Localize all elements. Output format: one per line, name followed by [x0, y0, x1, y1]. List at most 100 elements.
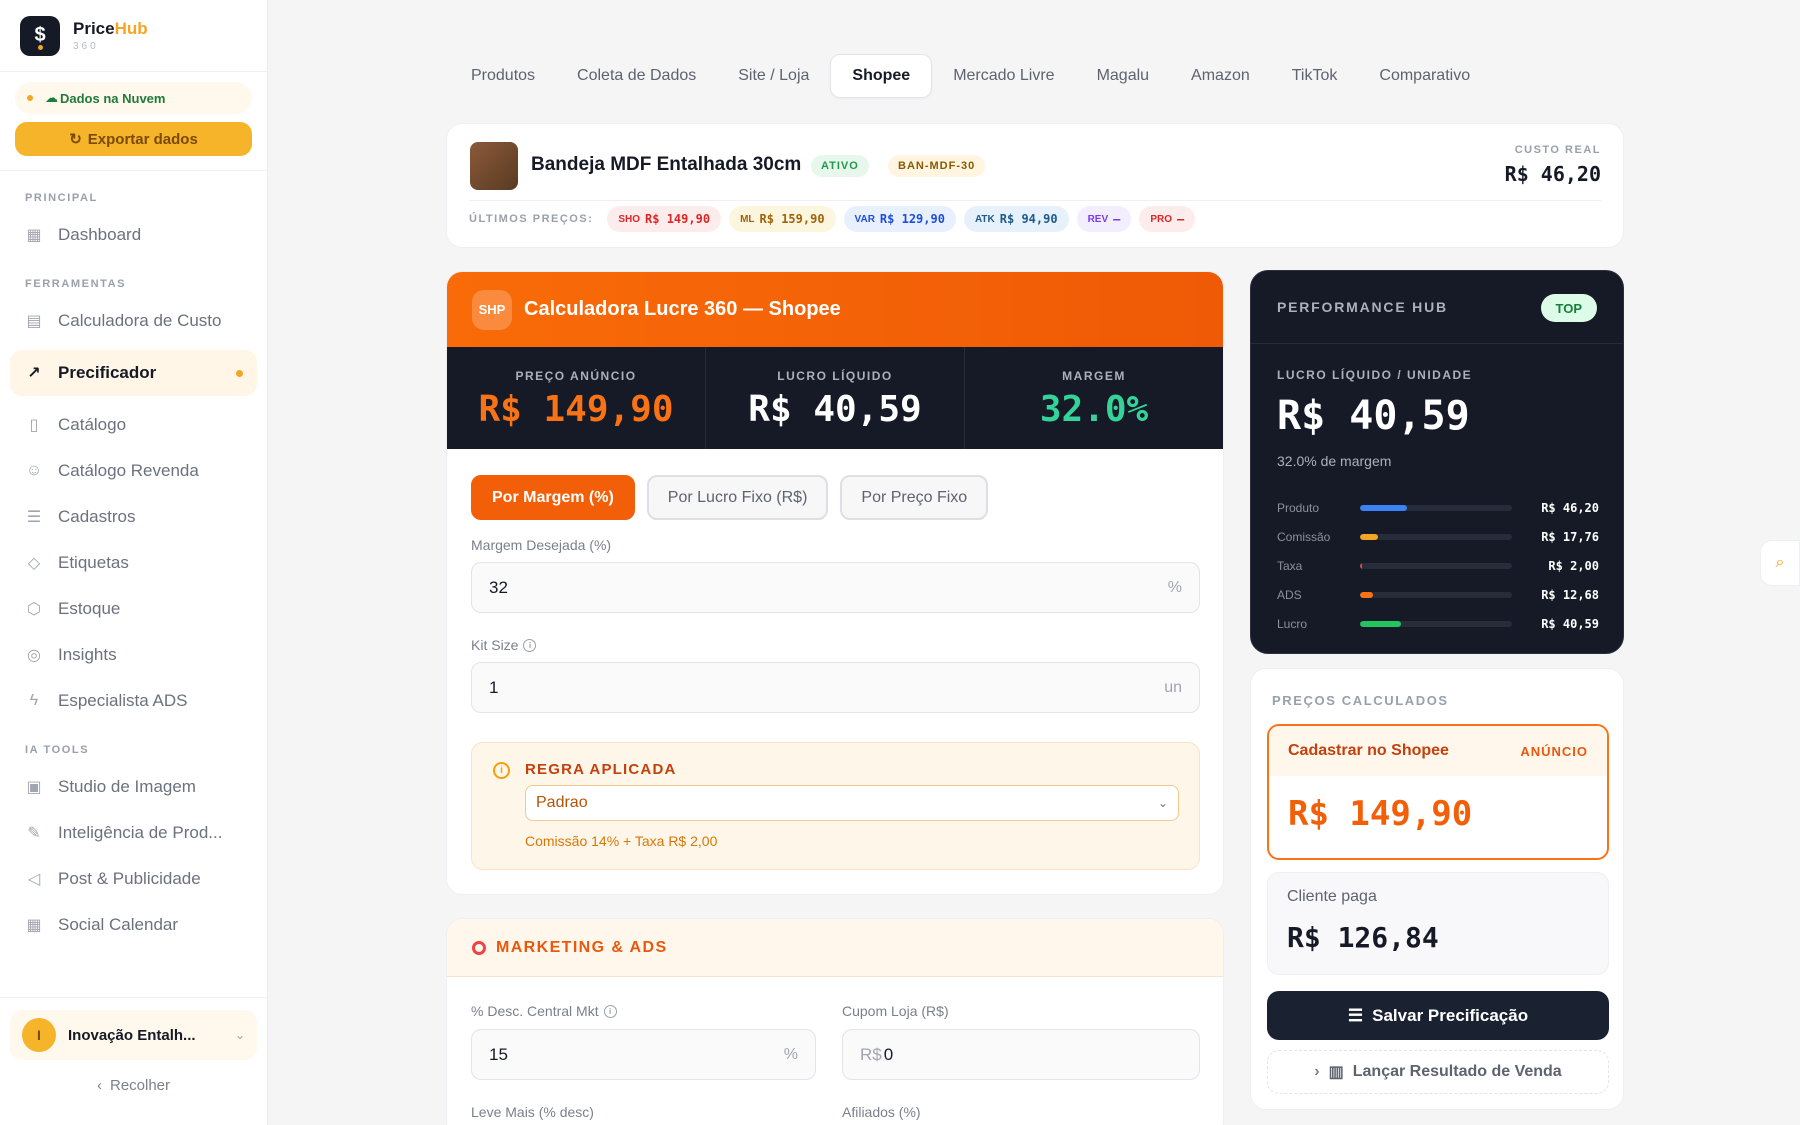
- mode-por-lucro-fixo-button[interactable]: Por Lucro Fixo (R$): [646, 475, 829, 520]
- sidebar-item-post-publicidade[interactable]: ◁ Post & Publicidade: [10, 856, 257, 902]
- info-icon[interactable]: i: [603, 1004, 617, 1018]
- breakdown-row-taxa: Taxa R$ 2,00: [1277, 558, 1599, 573]
- tab-shopee[interactable]: Shopee: [830, 54, 933, 98]
- sidebar-item-especialista-ads[interactable]: ϟ Especialista ADS: [10, 678, 257, 724]
- calculator-card: SHP Calculadora Lucre 360 — Shopee PREÇO…: [446, 271, 1224, 895]
- bar-fill: [1360, 620, 1402, 627]
- price-chip-rev[interactable]: REV —: [1076, 206, 1132, 232]
- save-pricing-button[interactable]: ☰ Salvar Precificação: [1267, 991, 1609, 1040]
- last-prices: ÚLTIMOS PREÇOS: SHO R$ 149,90 ML R$ 159,90…: [469, 206, 1196, 232]
- sidebar-item-cadastros[interactable]: ☰ Cadastros: [10, 494, 257, 540]
- tab-magalu[interactable]: Magalu: [1076, 54, 1170, 98]
- brand-name: PriceHub: [73, 19, 148, 38]
- bolt-icon: ϟ: [29, 692, 39, 709]
- price-chip-pro[interactable]: PRO —: [1139, 206, 1196, 232]
- marketplace-tabs: Produtos Coleta de Dados Site / Loja Sho…: [450, 54, 1491, 98]
- bar-fill: [1360, 562, 1363, 569]
- breakdown-row-produto: Produto R$ 46,20: [1277, 500, 1599, 515]
- rule-select[interactable]: Padrao ⌄: [525, 785, 1179, 821]
- book-icon: ▯: [29, 417, 39, 434]
- active-dot-icon: [236, 369, 243, 377]
- metrics-bar: PREÇO ANÚNCIO R$ 149,90 LUCRO LÍQUIDO R$…: [447, 347, 1223, 449]
- metric-lucro-liquido: LUCRO LÍQUIDO R$ 40,59: [706, 347, 965, 449]
- price-chip-atk[interactable]: ATK R$ 94,90: [963, 206, 1069, 232]
- section-ia-tools: IA TOOLS: [25, 744, 90, 756]
- sidebar-item-calculadora-de-custo[interactable]: ▤ Calculadora de Custo: [10, 298, 257, 344]
- client-pays-box: Cliente paga R$ 126,84: [1267, 872, 1609, 975]
- marketing-card: MARKETING & ADS % Desc. Central Mkt i 15…: [446, 918, 1224, 1125]
- search-icon[interactable]: ⌕: [1760, 540, 1800, 586]
- chevron-down-icon: ⌄: [234, 1028, 245, 1042]
- kit-size-input[interactable]: 1 un: [471, 662, 1200, 713]
- net-profit-label: LUCRO LÍQUIDO / UNIDADE: [1277, 368, 1473, 382]
- tab-mercado-livre[interactable]: Mercado Livre: [932, 54, 1075, 98]
- sidebar-item-etiquetas[interactable]: ◇ Etiquetas: [10, 540, 257, 586]
- price-chip-ml[interactable]: ML R$ 159,90: [729, 206, 836, 232]
- margin-subtext: 32.0% de margem: [1277, 453, 1392, 469]
- cost-value: R$ 46,20: [1504, 162, 1601, 186]
- breakdown-row-lucro: Lucro R$ 40,59: [1277, 616, 1599, 631]
- brand-subtitle: 360: [73, 41, 99, 52]
- price-chip-var[interactable]: VAR R$ 129,90: [843, 206, 956, 232]
- image-icon: ▣: [26, 779, 42, 796]
- brand[interactable]: $ PriceHub 360: [0, 0, 267, 72]
- export-button[interactable]: ↻ Exportar dados: [15, 122, 252, 156]
- shopee-listing-price[interactable]: Cadastrar no Shopee ANÚNCIO R$ 149,90: [1267, 724, 1609, 860]
- leve-mais-label: Leve Mais (% desc): [471, 1104, 594, 1120]
- performance-hub: PERFORMANCE HUB TOP LUCRO LÍQUIDO / UNID…: [1250, 270, 1624, 654]
- desc-central-label: % Desc. Central Mkt i: [471, 1003, 617, 1019]
- pen-icon: ✎: [27, 825, 41, 842]
- collapse-button[interactable]: ‹ Recolher: [0, 1077, 267, 1094]
- sidebar-item-catalogo[interactable]: ▯ Catálogo: [10, 402, 257, 448]
- globe-icon: ◎: [27, 647, 41, 664]
- grid-icon: ▦: [26, 227, 42, 244]
- price-chip-sho[interactable]: SHO R$ 149,90: [607, 206, 722, 232]
- avatar: I: [22, 1018, 56, 1052]
- tab-comparativo[interactable]: Comparativo: [1358, 54, 1491, 98]
- sidebar-item-dashboard[interactable]: ▦ Dashboard: [10, 212, 257, 258]
- desc-central-input[interactable]: 15 %: [471, 1029, 816, 1080]
- rule-title: REGRA APLICADA: [525, 761, 677, 778]
- tab-tiktok[interactable]: TikTok: [1271, 54, 1359, 98]
- product-card: Bandeja MDF Entalhada 30cm ATIVO BAN-MDF…: [446, 123, 1624, 248]
- mode-por-margem-button[interactable]: Por Margem (%): [471, 475, 635, 520]
- calculator-header: SHP Calculadora Lucre 360 — Shopee: [447, 272, 1223, 347]
- cloud-status: ☁ Dados na Nuvem: [15, 82, 252, 114]
- launch-sale-result-button[interactable]: › ▥ Lançar Resultado de Venda: [1267, 1050, 1609, 1094]
- tab-coleta-de-dados[interactable]: Coleta de Dados: [556, 54, 717, 98]
- cupom-input[interactable]: R$ 0: [842, 1029, 1200, 1080]
- breakdown-row-ads: ADS R$ 12,68: [1277, 587, 1599, 602]
- chart-icon: ▥: [1328, 1064, 1344, 1081]
- sidebar-item-inteligencia-de-produto[interactable]: ✎ Inteligência de Prod...: [10, 810, 257, 856]
- pricing-mode-toggle: Por Margem (%) Por Lucro Fixo (R$) Por P…: [471, 475, 989, 520]
- bar-fill: [1360, 504, 1408, 511]
- sidebar-item-estoque[interactable]: ⬡ Estoque: [10, 586, 257, 632]
- chevron-down-icon: ⌄: [1157, 796, 1168, 810]
- user-switcher[interactable]: I Inovação Entalh... ⌄: [10, 1010, 257, 1060]
- top-badge: TOP: [1540, 294, 1597, 322]
- mode-por-preco-fixo-button[interactable]: Por Preço Fixo: [840, 475, 989, 520]
- tab-amazon[interactable]: Amazon: [1170, 54, 1271, 98]
- applied-rule-box: i REGRA APLICADA Padrao ⌄ Comissão 14% +…: [471, 742, 1200, 870]
- megaphone-icon: ◁: [27, 871, 41, 888]
- cost-label: CUSTO REAL: [1514, 144, 1601, 156]
- sidebar: $ PriceHub 360 ☁ Dados na Nuvem ↻ Export…: [0, 0, 268, 1125]
- cloud-icon: ☁: [45, 90, 58, 105]
- tab-produtos[interactable]: Produtos: [450, 54, 556, 98]
- performance-title: PERFORMANCE HUB: [1277, 299, 1448, 315]
- tab-site-loja[interactable]: Site / Loja: [717, 54, 830, 98]
- margin-input[interactable]: 32 %: [471, 562, 1200, 613]
- calculator-icon: ▤: [26, 313, 42, 330]
- sidebar-item-catalogo-revenda[interactable]: ☺ Catálogo Revenda: [10, 448, 257, 494]
- info-icon[interactable]: i: [523, 638, 537, 652]
- sidebar-item-insights[interactable]: ◎ Insights: [10, 632, 257, 678]
- sidebar-item-studio-de-imagem[interactable]: ▣ Studio de Imagem: [10, 764, 257, 810]
- chevron-right-icon: ›: [1314, 1063, 1320, 1080]
- sidebar-item-precificador[interactable]: ↗ Precificador: [10, 350, 257, 396]
- sidebar-footer: I Inovação Entalh... ⌄ ‹ Recolher: [0, 997, 267, 1125]
- sidebar-item-social-calendar[interactable]: ▦ Social Calendar: [10, 902, 257, 948]
- metric-preco-anuncio: PREÇO ANÚNCIO R$ 149,90: [447, 347, 706, 449]
- refresh-icon: ↻: [69, 131, 82, 148]
- breakdown-row-comissao: Comissão R$ 17,76: [1277, 529, 1599, 544]
- margin-label: Margem Desejada (%): [471, 537, 612, 553]
